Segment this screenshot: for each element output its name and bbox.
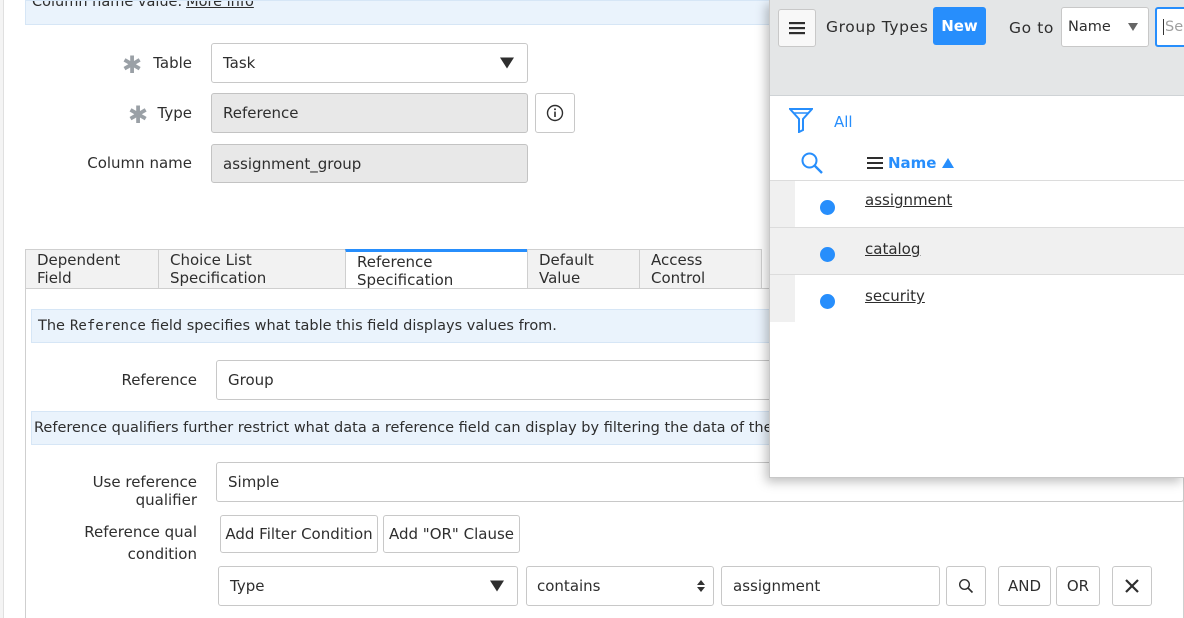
condition-lookup-button[interactable] [946,566,986,606]
use-reference-qualifier-label: Use reference qualifier [92,473,197,509]
row-gutter [770,275,795,322]
active-status-dot [820,247,835,262]
condition-operator-select[interactable]: contains [526,566,714,606]
reference-info-post: field specifies what table this field di… [150,318,557,334]
remove-condition-button[interactable] [1112,566,1152,606]
type-label: Type [157,104,192,122]
tab-default-value[interactable]: Default Value [527,249,639,289]
table-select[interactable]: Task [211,43,528,83]
condition-field-select[interactable]: Type [218,566,518,606]
column-name-info-band: Column name value. More info [25,0,785,25]
filter-icon[interactable] [789,107,813,133]
active-status-dot [820,294,835,309]
tab-access-control[interactable]: Access Control [639,249,762,289]
section-tabs: Dependent Field Choice List Specificatio… [25,249,762,289]
chevron-down-icon [1128,23,1138,31]
column-name-field: assignment_group [211,144,528,183]
and-condition-button[interactable]: AND [998,566,1051,606]
go-to-field-value: Name [1068,19,1111,35]
close-icon [1125,579,1139,593]
type-field: Reference [211,93,528,133]
go-to-field-select[interactable]: Name [1061,7,1149,47]
tab-reference-specification[interactable]: Reference Specification [345,249,527,289]
left-window-edge [0,0,4,618]
condition-field-value: Type [230,577,265,595]
use-reference-qualifier-value: Simple [228,473,280,491]
condition-operator-value: contains [537,577,601,595]
row-link-assignment[interactable]: assignment [865,191,952,209]
list-item[interactable]: security [770,275,1184,322]
filter-breadcrumb-all[interactable]: All [834,113,853,131]
row-gutter [770,181,795,227]
name-column-label: Name [888,154,937,172]
column-menu-icon [867,157,883,169]
reference-label: Reference [121,371,197,389]
reference-info-pre: The [38,318,65,334]
reference-field[interactable]: Group [216,360,784,400]
type-field-value: Reference [223,104,299,122]
list-menu-button[interactable] [778,9,816,47]
info-icon [546,104,564,122]
add-or-clause-button[interactable]: Add "OR" Clause [383,515,520,553]
name-column-header[interactable]: Name [867,154,955,172]
reference-field-value: Group [228,371,274,389]
reference-qualifier-info-band: Reference qualifiers further restrict wh… [31,411,781,445]
reference-qual-label-line1: Reference qual [84,523,197,541]
row-link-security[interactable]: security [865,287,925,305]
type-info-button[interactable] [535,93,575,133]
column-name-value: assignment_group [223,154,362,173]
reference-info-code: Reference [69,318,146,334]
go-to-label: Go to [1009,19,1054,37]
row-gutter [770,228,795,274]
hamburger-menu-icon [789,22,805,35]
list-item[interactable]: catalog [770,228,1184,275]
tab-choice-list-specification[interactable]: Choice List Specification [158,249,345,289]
condition-value-text: assignment [733,577,821,595]
popup-header: Group Types New Go to Name Se [770,0,1184,96]
or-condition-button[interactable]: OR [1056,566,1100,606]
add-filter-condition-button[interactable]: Add Filter Condition [220,515,378,553]
chevron-down-icon [490,580,504,592]
sort-arrows-icon [697,580,705,592]
chevron-down-icon [500,57,514,69]
condition-value-input[interactable]: assignment [721,566,940,606]
sort-ascending-icon [942,158,955,168]
more-info-link[interactable]: More info [186,1,254,10]
group-types-lookup-popup: Group Types New Go to Name Se All Name a… [769,0,1184,478]
reference-qual-label-line2: condition [127,545,197,563]
active-status-dot [820,200,835,215]
row-link-catalog[interactable]: catalog [865,240,920,258]
reference-info-band: The Reference field specifies what table… [31,309,781,343]
table-select-value: Task [223,54,256,72]
list-item[interactable]: assignment [770,181,1184,228]
tab-dependent-field[interactable]: Dependent Field [25,249,158,289]
table-label: Table [153,54,192,72]
column-name-label: Column name [87,154,192,172]
search-icon[interactable] [800,151,824,175]
search-input[interactable]: Se [1155,7,1184,47]
new-record-button[interactable]: New [933,7,986,45]
popup-title: Group Types [826,18,929,36]
column-name-info-text: Column name value. [32,0,183,10]
reference-qualifier-info-text: Reference qualifiers further restrict wh… [34,420,781,436]
search-input-placeholder: Se [1163,19,1184,35]
search-icon [958,578,974,594]
